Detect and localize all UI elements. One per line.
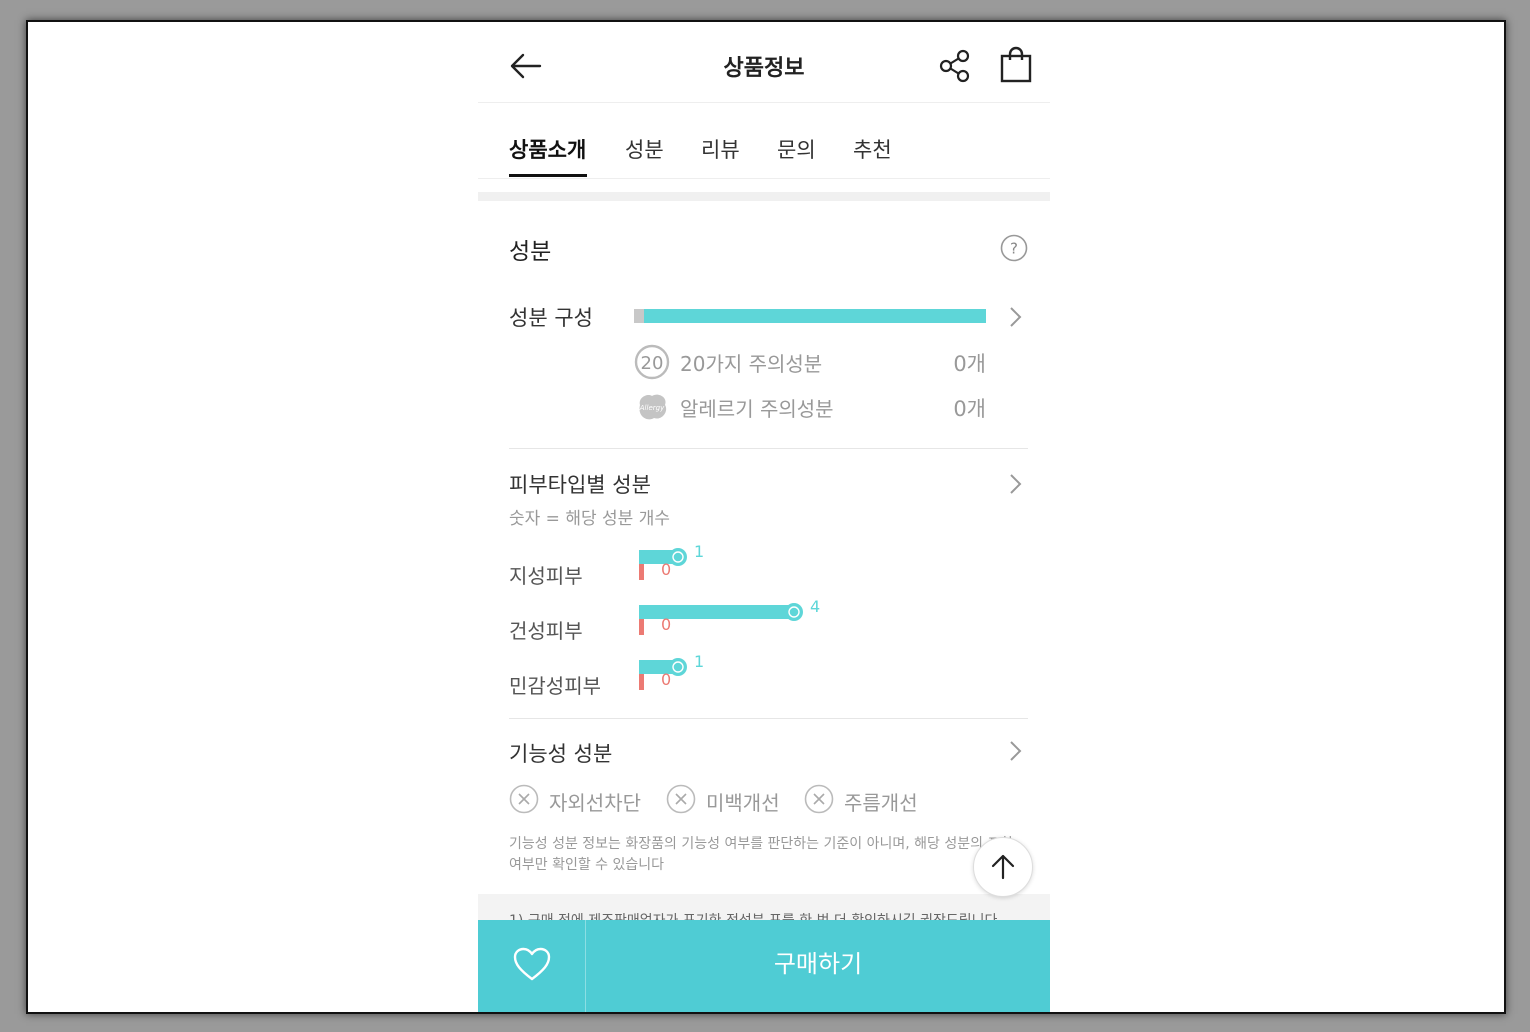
functional-item-label: 자외선차단 (549, 791, 641, 815)
cart-button[interactable] (999, 46, 1033, 84)
functional-item-label: 미백개선 (706, 791, 780, 815)
divider (509, 448, 1028, 449)
chevron-right-icon[interactable] (1008, 305, 1024, 329)
bad-count: 0 (661, 615, 672, 634)
smile-face-icon (785, 603, 803, 621)
bad-count: 0 (661, 670, 672, 689)
arrow-up-icon (991, 854, 1015, 880)
wishlist-button[interactable] (478, 920, 586, 1012)
bottom-action-bar: 구매하기 (478, 920, 1050, 1012)
allergy-count: 0개 (953, 397, 986, 421)
functional-note: 기능성 성분 정보는 화장품의 기능성 여부를 판단하는 기준이 아니며, 해당… (509, 836, 1014, 873)
skin-label: 민감성피부 (509, 674, 601, 698)
allergy-label: 알레르기 주의성분 (680, 397, 834, 421)
tab-product-intro[interactable]: 상품소개 (509, 134, 586, 164)
tab-inquiry[interactable]: 문의 (777, 134, 816, 164)
x-circle-icon (666, 784, 696, 814)
svg-text:?: ? (1010, 240, 1018, 258)
good-count: 1 (694, 652, 705, 671)
functional-item-label: 주름개선 (844, 791, 918, 815)
skin-label: 건성피부 (509, 619, 583, 643)
bad-bar (639, 674, 644, 690)
x-circle-icon (509, 784, 539, 814)
header: 상품정보 (478, 22, 1050, 103)
good-count: 1 (694, 542, 705, 561)
divider (509, 718, 1028, 719)
allergy-badge-icon: Allergy (639, 394, 667, 420)
bad-bar (639, 564, 644, 580)
chevron-right-icon[interactable] (1008, 739, 1024, 763)
app-window: 상품정보 상품소개 성분 리뷰 문의 추천 성분 ? 성분 구성 20 20가지… (26, 20, 1506, 1014)
tab-ingredients[interactable]: 성분 (625, 134, 664, 164)
good-count: 4 (810, 597, 821, 616)
chevron-right-icon[interactable] (1008, 472, 1024, 496)
skin-row-sensitive: 민감성피부 1 0 (509, 652, 959, 700)
composition-label: 성분 구성 (509, 306, 593, 330)
skin-label: 지성피부 (509, 564, 583, 588)
twenty-badge-icon: 20 (634, 344, 670, 380)
heart-outline-icon (513, 947, 551, 981)
section-separator (478, 192, 1050, 201)
warn20-count: 0개 (953, 352, 986, 376)
question-circle-icon[interactable]: ? (1000, 234, 1028, 262)
active-tab-indicator (509, 174, 587, 177)
skin-type-subtitle: 숫자 = 해당 성분 개수 (509, 509, 670, 529)
skin-row-dry: 건성피부 4 0 (509, 597, 959, 645)
allergy-row: Allergy 알레르기 주의성분 0개 (634, 389, 986, 425)
composition-bar-other (634, 309, 644, 323)
tab-recommend[interactable]: 추천 (853, 134, 892, 164)
bad-bar (639, 619, 644, 635)
warn20-label: 20가지 주의성분 (680, 352, 823, 376)
mobile-screen: 상품정보 상품소개 성분 리뷰 문의 추천 성분 ? 성분 구성 20 20가지… (478, 22, 1050, 1012)
ingredients-title: 성분 (509, 239, 552, 265)
share-icon (939, 49, 970, 83)
bad-count: 0 (661, 560, 672, 579)
tab-reviews[interactable]: 리뷰 (701, 134, 740, 164)
shopping-bag-icon (1000, 46, 1032, 83)
composition-bar-good (644, 309, 986, 323)
share-button[interactable] (938, 48, 972, 84)
tab-bar: 상품소개 성분 리뷰 문의 추천 (478, 102, 1050, 179)
x-circle-icon (804, 784, 834, 814)
warn20-row: 20 20가지 주의성분 0개 (634, 344, 986, 380)
functional-title: 기능성 성분 (509, 742, 613, 766)
skin-type-title: 피부타입별 성분 (509, 473, 651, 497)
skin-row-oily: 지성피부 1 0 (509, 542, 959, 590)
svg-text:Allergy: Allergy (639, 404, 665, 412)
scroll-top-button[interactable] (973, 837, 1033, 897)
buy-button[interactable]: 구매하기 (586, 920, 1050, 1012)
svg-text:20: 20 (641, 353, 664, 374)
